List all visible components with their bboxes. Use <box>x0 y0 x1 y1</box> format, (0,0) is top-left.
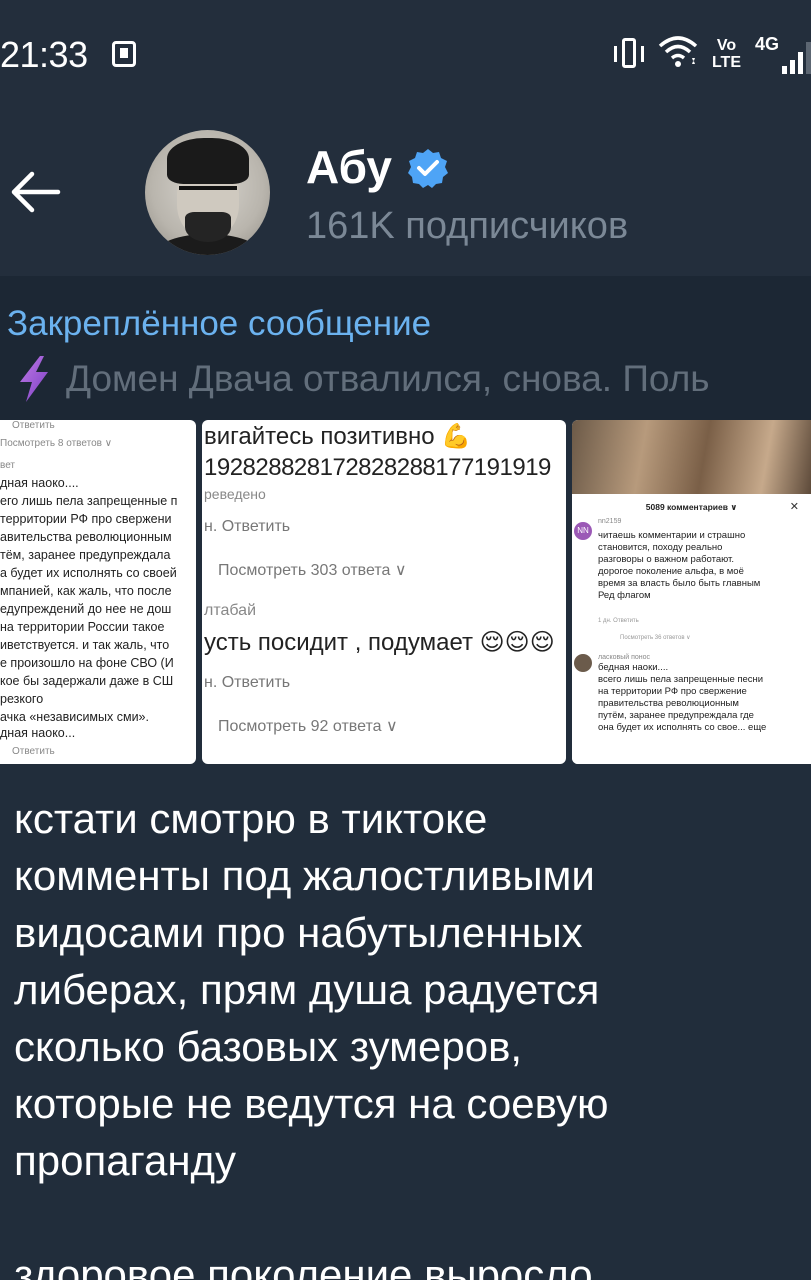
wifi-icon <box>658 34 698 74</box>
photo2-text-line: усть посидит , подумает 😌😌😌 <box>204 629 555 656</box>
network-type: 4G <box>754 34 779 54</box>
photo2-text-line: вигайтесь позитивно 💪 <box>204 423 472 450</box>
photo1-text-line: резкого <box>0 692 44 706</box>
photo1-text-line: его лишь пела запрещенные п <box>0 494 178 508</box>
photo2-view-replies: Посмотреть 92 ответа ∨ <box>218 718 398 735</box>
back-button[interactable] <box>8 167 62 217</box>
status-icons: Vo LTE 4G <box>613 32 811 76</box>
commenter-name: ласковый понос <box>598 654 651 661</box>
comment-text-line: путём, заранее предупреждала где <box>598 710 754 721</box>
photo1-text-line: тём, заранее предупреждала <box>0 548 171 562</box>
post-text-line: пропаганду <box>14 1137 237 1184</box>
post-text: кстати смотрю в тиктоке комменты под жало… <box>14 790 804 1280</box>
pinned-message-bar[interactable]: Закреплённое сообщение Домен Двача отвал… <box>0 276 811 420</box>
photo2-username: лтабай <box>204 602 257 619</box>
photo2-reply: н. Ответить <box>204 674 291 691</box>
photo1-text-line: на территории России такое <box>0 620 165 634</box>
post-text-line: которые не ведутся на соевую <box>14 1080 609 1127</box>
photo1-text-line: мпанией, как жаль, что после <box>0 584 172 598</box>
photo1-text-line: территории РФ про свержени <box>0 512 172 526</box>
channel-header: Абу 161K подписчиков <box>0 110 811 276</box>
comment-text-line: время за власть было быть главным <box>598 578 761 589</box>
post-text-line: сколько базовых зумеров, <box>14 1023 523 1070</box>
photo2-reply: н. Ответить <box>204 518 291 535</box>
channel-avatar[interactable] <box>145 130 270 255</box>
status-bar: 21:33 Vo LTE 4G <box>0 0 811 110</box>
comments-count: 5089 комментариев ∨ <box>645 502 738 512</box>
verified-badge-icon <box>408 149 448 188</box>
post-text-line: здоровое поколение выросло <box>14 1251 593 1280</box>
photo1-text-line: едупреждений до нее не дош <box>0 602 172 616</box>
photo2-text-line: 192828828172828288177191919 <box>204 454 551 481</box>
commenter-avatar: NN <box>574 522 592 540</box>
post-text-line: видосами про набутыленных <box>14 909 583 956</box>
channel-name[interactable]: Абу <box>306 140 392 194</box>
photo2-view-replies: Посмотреть 303 ответа ∨ <box>218 562 407 579</box>
comment-text-line: читаешь комментарии и страшно <box>598 530 746 541</box>
comment-text-line: на территории РФ про свержение <box>598 686 747 697</box>
lightning-icon <box>20 356 48 402</box>
photo1-text-line: Ответить <box>12 420 55 431</box>
photo1-text-line: Посмотреть 8 ответов ∨ <box>0 438 113 449</box>
comment-text-line: Ред флагом <box>598 590 651 601</box>
subscriber-count: 161K подписчиков <box>306 205 629 247</box>
screen-record-icon <box>112 41 136 67</box>
vibrate-icon <box>613 36 644 72</box>
photo1-text-line: Ответить <box>12 746 55 757</box>
commenter-name: nn2159 <box>598 518 622 525</box>
photo1-text-line: е произошло на фоне СВО (И <box>0 656 174 670</box>
photo1-text-line: дная наоко... <box>0 726 76 740</box>
comment-text-line: всего лишь пела запрещенные песни <box>598 674 764 685</box>
comment-text-line: дорогое поколение альфа, в моё <box>598 566 744 577</box>
media-album: Ответить Посмотреть 8 ответов ∨ вет дная на… <box>0 420 811 764</box>
post-text-line: кстати смотрю в тиктоке <box>14 795 488 842</box>
comment-view-replies: Посмотреть 36 ответов ∨ <box>620 635 691 641</box>
post-text-line: комменты под жалостливыми <box>14 852 595 899</box>
media-photo-3[interactable]: 5089 комментариев ∨ ✕ NN nn2159 читаешь … <box>572 420 811 764</box>
comment-text-line: правительства революционным <box>598 698 739 709</box>
media-photo-2[interactable]: вигайтесь позитивно 💪 192828828172828288… <box>202 420 566 764</box>
comment-text-line: она будет их исполнять со свое... еще <box>598 722 767 733</box>
comments-sheet: 5089 комментариев ∨ ✕ NN nn2159 читаешь … <box>572 494 811 764</box>
photo1-text-line: а будет их исполнять со своей <box>0 566 177 580</box>
photo1-text-line: вет <box>0 460 16 471</box>
comment-text-line: разговоры о важном работают. <box>598 554 734 565</box>
comment-text-line: бедная наоки.... <box>598 662 669 673</box>
pinned-title: Закреплённое сообщение <box>7 304 432 343</box>
commenter-avatar <box>574 654 592 672</box>
photo1-text-line: иветствуется. и так жаль, что <box>0 638 170 652</box>
photo1-text-line: авительства революционным <box>0 530 172 544</box>
video-thumbnail <box>572 420 811 494</box>
comment-meta: 1 дн. Ответить <box>598 618 639 624</box>
photo1-text-line: кое бы задержали даже в СШ <box>0 674 174 688</box>
volte-indicator: Vo LTE <box>711 37 741 71</box>
photo1-text-line: дная наоко.... <box>0 476 79 490</box>
photo1-text-line: ачка «независимых сми». <box>0 710 149 724</box>
signal-icon: 4G <box>755 34 811 74</box>
status-time: 21:33 <box>0 34 88 75</box>
post-text-line: либерах, прям душа радуется <box>14 966 600 1013</box>
media-photo-1[interactable]: Ответить Посмотреть 8 ответов ∨ вет дная на… <box>0 420 196 764</box>
photo2-text-line: реведено <box>204 486 266 502</box>
pinned-preview-text: Домен Двача отвалился, снова. Поль <box>66 358 710 399</box>
arrow-left-icon <box>11 171 61 213</box>
comment-text-line: становится, походу реально <box>598 542 723 553</box>
close-icon: ✕ <box>789 501 799 513</box>
